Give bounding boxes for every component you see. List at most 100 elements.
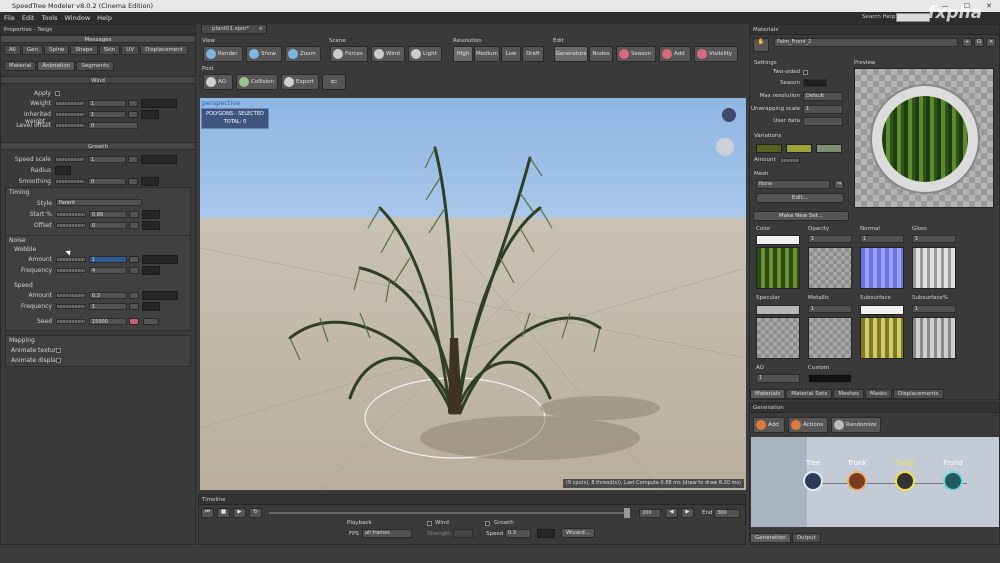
tab-shape[interactable]: Shape xyxy=(70,45,98,55)
tab-output[interactable]: Output xyxy=(791,533,821,543)
trunk-node-icon[interactable] xyxy=(847,471,867,491)
seed-field[interactable]: 15000 xyxy=(89,318,127,325)
metallic-value-field[interactable]: 1 xyxy=(808,305,852,313)
seed-randomize-button[interactable] xyxy=(129,318,139,325)
speed-frequency-field[interactable]: 1 xyxy=(89,303,127,310)
play-button[interactable]: ▶ xyxy=(233,508,246,518)
custom-swatch[interactable] xyxy=(808,374,852,383)
resolution-low-button[interactable]: Low xyxy=(501,46,521,62)
variation-swatch-1[interactable] xyxy=(756,144,782,153)
mesh-edit-button[interactable]: Edit... xyxy=(756,193,844,203)
offset-curve-button[interactable] xyxy=(129,222,139,229)
gloss-value-field[interactable]: 1 xyxy=(912,235,956,243)
smoothing-curve-button[interactable] xyxy=(128,178,138,185)
variation-swatch-3[interactable] xyxy=(816,144,842,153)
back-arrow-button[interactable]: ⇐ xyxy=(322,74,346,90)
collision-button[interactable]: Collision xyxy=(236,74,278,90)
start-curve-button[interactable] xyxy=(129,211,139,218)
smoothing-field[interactable]: 0 xyxy=(88,178,126,185)
wizard-button[interactable]: Wizard... xyxy=(561,528,595,538)
ao-value-field[interactable]: 1 xyxy=(756,374,800,383)
speed-scale-field[interactable]: 1 xyxy=(88,156,126,163)
inherited-weight-curve[interactable] xyxy=(141,110,159,119)
wobble-frequency-field[interactable]: 4 xyxy=(89,267,127,274)
light-direction-icon[interactable] xyxy=(722,108,736,122)
metallic-map-thumbnail[interactable] xyxy=(808,317,852,359)
weight-curve[interactable] xyxy=(141,99,177,108)
material-delete-button[interactable]: × xyxy=(986,38,996,47)
season-field[interactable] xyxy=(803,79,827,87)
material-name-field[interactable]: Palm_Frond_2 xyxy=(774,38,958,47)
go-start-button[interactable]: ⏮ xyxy=(201,508,214,518)
season-button[interactable]: Season xyxy=(616,46,656,62)
ao-button[interactable]: AO xyxy=(203,74,233,90)
strength-field[interactable] xyxy=(453,529,473,538)
3d-viewport[interactable]: perspective POLYGONS - SELECTED TOTAL: 0… xyxy=(200,98,746,490)
wind-direction-icon[interactable] xyxy=(716,138,734,156)
color-map-thumbnail[interactable] xyxy=(756,247,800,289)
frond-node-icon[interactable] xyxy=(943,471,963,491)
wind-section-header[interactable]: Wind xyxy=(1,76,195,84)
variation-swatch-2[interactable] xyxy=(786,144,812,153)
tab-generation[interactable]: Generation xyxy=(750,533,791,543)
timeline-scrubber[interactable] xyxy=(624,508,630,518)
generators-button[interactable]: Generators xyxy=(554,46,588,62)
mesh-link-button[interactable]: ⇒ xyxy=(834,180,844,189)
color-swatch[interactable] xyxy=(756,235,800,245)
inherited-weight-field[interactable]: 1 xyxy=(88,111,126,118)
wobble-frequency-slider[interactable] xyxy=(56,268,86,273)
generation-graph[interactable]: Tree Trunk Twigs Frond xyxy=(751,437,999,527)
wobble-frequency-curve[interactable] xyxy=(142,266,160,275)
render-button[interactable]: Render xyxy=(203,46,243,62)
normal-map-thumbnail[interactable] xyxy=(860,247,904,289)
add-button[interactable]: Add xyxy=(659,46,691,62)
light-button[interactable]: Light xyxy=(408,46,442,62)
offset-field[interactable]: 0 xyxy=(89,222,127,229)
current-frame-field[interactable]: 200 xyxy=(639,509,661,518)
normal-value-field[interactable]: 1 xyxy=(860,235,904,243)
menu-file[interactable]: File xyxy=(4,14,15,22)
apply-checkbox[interactable] xyxy=(55,91,60,96)
tab-animation[interactable]: Animation xyxy=(37,61,76,71)
style-dropdown[interactable]: Parent xyxy=(56,199,142,206)
tree-node-icon[interactable] xyxy=(803,471,823,491)
smoothing-curve[interactable] xyxy=(141,177,159,186)
show-button[interactable]: Show xyxy=(246,46,282,62)
speed-scale-slider[interactable] xyxy=(55,157,85,162)
speed-amount-field[interactable]: 0.3 xyxy=(89,292,127,299)
document-tab[interactable]: plant01.spm* × xyxy=(201,24,267,34)
subsurface-map-thumbnail[interactable] xyxy=(860,317,904,359)
close-tab-icon[interactable]: × xyxy=(258,25,263,34)
smoothing-slider[interactable] xyxy=(55,179,85,184)
fps-dropdown[interactable]: all frames xyxy=(362,529,412,538)
tab-skin[interactable]: Skin xyxy=(98,45,121,55)
growth-speed-curve[interactable] xyxy=(537,529,555,538)
speed-frequency-curve[interactable] xyxy=(142,302,160,311)
tab-all[interactable]: All xyxy=(4,45,21,55)
start-slider[interactable] xyxy=(56,212,86,217)
gen-randomize-button[interactable]: Randomize xyxy=(831,417,881,433)
offset-slider[interactable] xyxy=(56,223,86,228)
stop-button[interactable]: ■ xyxy=(217,508,230,518)
max-resolution-dropdown[interactable]: Default xyxy=(803,92,843,101)
next-frame-button[interactable]: ▶ xyxy=(681,508,694,518)
forces-button[interactable]: Forces xyxy=(330,46,368,62)
seed-slider[interactable] xyxy=(56,319,86,324)
subsurface-percent-map-thumbnail[interactable] xyxy=(912,317,956,359)
wobble-amount-field[interactable]: 1 xyxy=(89,256,127,263)
tab-material[interactable]: Material xyxy=(4,61,37,71)
messages-header[interactable]: Messages xyxy=(1,35,195,43)
subsurface-percent-value-field[interactable]: 1 xyxy=(912,305,956,313)
twigs-node-icon[interactable] xyxy=(895,471,915,491)
animate-displace-checkbox[interactable] xyxy=(56,358,61,363)
offset-curve[interactable] xyxy=(142,221,160,230)
wind-checkbox[interactable] xyxy=(427,521,432,526)
menu-help[interactable]: Help xyxy=(97,14,112,22)
wind-button[interactable]: Wind xyxy=(371,46,405,62)
nodes-button[interactable]: Nodes xyxy=(589,46,613,62)
opacity-map-thumbnail[interactable] xyxy=(808,247,852,289)
zoom-button[interactable]: Zoom xyxy=(285,46,321,62)
wobble-frequency-curve-button[interactable] xyxy=(129,267,139,274)
weight-slider[interactable] xyxy=(55,101,85,106)
speed-scale-curve-button[interactable] xyxy=(128,156,138,163)
